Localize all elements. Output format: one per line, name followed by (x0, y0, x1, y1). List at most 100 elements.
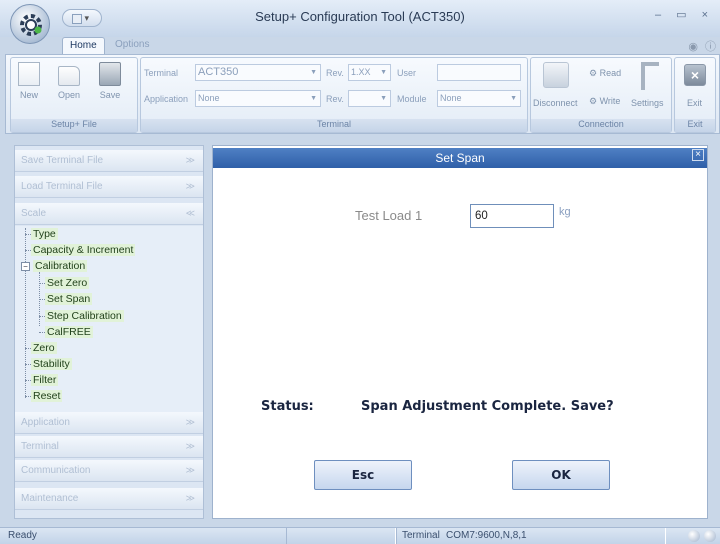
application-menu-button[interactable] (10, 4, 50, 44)
nav-section-application[interactable]: Application ≫ (15, 412, 203, 434)
group-label-connection: Connection (531, 119, 671, 132)
tab-home[interactable]: Home (62, 37, 105, 54)
nav-section-label: Save Terminal File (21, 155, 104, 166)
tree-item-set-zero[interactable]: Set Zero (45, 276, 90, 290)
status-label: Status: (261, 399, 314, 414)
exit-x-icon: × (684, 64, 706, 86)
tree-item-capacity-increment[interactable]: Capacity & Increment (31, 243, 136, 257)
help-icons[interactable]: ◉ ⓘ (688, 38, 718, 54)
chevron-down-icon: ▼ (510, 95, 517, 102)
zoom-icon[interactable] (688, 530, 700, 542)
write-gear-icon: ⚙ (589, 96, 598, 106)
tree-item-label: Calibration (33, 260, 88, 272)
group-terminal: Terminal ACT350 ▼ Rev. 1.XX ▼ User Applica… (140, 57, 528, 133)
app-window: ▾ Setup+ Configuration Tool (ACT350) – ▭… (0, 0, 720, 544)
open-button-label: Open (57, 90, 81, 100)
application-select-value: None (198, 93, 220, 103)
group-connection: Disconnect ⚙ Read ⚙ Write Settings Conne… (530, 57, 672, 133)
disconnect-plug-icon (543, 62, 569, 88)
read-gear-icon: ⚙ (589, 68, 598, 78)
tree-item-reset[interactable]: Reset (31, 389, 63, 403)
status-terminal-label: Terminal (402, 530, 440, 541)
terminal-select-value: ACT350 (198, 66, 239, 78)
tree-collapse-icon[interactable]: − (21, 262, 30, 271)
nav-section-save-terminal-file[interactable]: Save Terminal File ≫ (15, 150, 203, 172)
read-button[interactable]: ⚙ Read (589, 68, 621, 79)
title-bar: ▾ Setup+ Configuration Tool (ACT350) – ▭… (0, 0, 720, 37)
nav-section-load-terminal-file[interactable]: Load Terminal File ≫ (15, 176, 203, 198)
test-load-label: Test Load 1 (355, 208, 423, 223)
application-label: Application (144, 94, 189, 104)
group-label-terminal: Terminal (141, 119, 527, 132)
settings-button[interactable]: Settings (631, 98, 664, 108)
tree-item-label: Type (31, 228, 58, 240)
module-select[interactable]: None ▼ (437, 90, 521, 107)
save-button-label: Save (99, 90, 121, 100)
terminal-select[interactable]: ACT350 ▼ (195, 64, 321, 81)
set-span-panel: Set Span × Test Load 1 60 kg Status: Spa… (212, 145, 708, 519)
status-cell (286, 528, 396, 544)
tree-item-label: Set Zero (45, 277, 90, 289)
floppy-disk-icon (99, 62, 121, 86)
gear-icon (20, 14, 42, 36)
nav-section-terminal[interactable]: Terminal ≫ (15, 436, 203, 458)
panel-title: Set Span (213, 148, 707, 168)
close-icon[interactable]: × (692, 149, 704, 161)
tree-item-label: Filter (31, 374, 59, 386)
nav-section-communication[interactable]: Communication ≫ (15, 460, 203, 482)
status-port: COM7:9600,N,8,1 (446, 530, 527, 541)
test-load-input[interactable]: 60 (470, 204, 554, 228)
scale-tree: Type Capacity & Increment − Calibration … (15, 226, 203, 412)
tree-item-stability[interactable]: Stability (31, 357, 72, 371)
esc-button[interactable]: Esc (314, 460, 412, 490)
folder-icon (58, 66, 80, 86)
group-label-setup-file: Setup+ File (11, 119, 137, 132)
chevron-down-icon: ≫ (185, 181, 195, 191)
chevron-down-icon: ▼ (380, 95, 387, 102)
tree-item-filter[interactable]: Filter (31, 373, 59, 387)
tree-item-type[interactable]: Type (31, 227, 58, 241)
rev-label: Rev. (326, 68, 344, 78)
zoom-icon[interactable] (704, 530, 716, 542)
nav-section-label: Communication (21, 465, 91, 476)
tree-item-zero[interactable]: Zero (31, 341, 57, 355)
module-select-value: None (440, 93, 462, 103)
new-button-label: New (19, 90, 38, 100)
rev2-select[interactable]: ▼ (348, 90, 391, 107)
rev-select[interactable]: 1.XX ▼ (348, 64, 391, 81)
rev-select-value: 1.XX (351, 67, 371, 77)
chevron-down-icon: ≫ (185, 417, 195, 427)
tree-item-set-span[interactable]: Set Span (45, 292, 93, 306)
status-bar: Ready Terminal COM7:9600,N,8,1 (0, 527, 720, 544)
ok-button[interactable]: OK (512, 460, 610, 490)
tree-item-label: Capacity & Increment (31, 244, 136, 256)
tree-item-label: Stability (31, 358, 72, 370)
tab-options[interactable]: Options (108, 37, 156, 54)
user-input[interactable] (437, 64, 521, 81)
settings-tools-icon (641, 62, 659, 90)
tree-item-label: Step Calibration (45, 310, 124, 322)
write-button[interactable]: ⚙ Write (589, 96, 620, 107)
new-button[interactable]: New (14, 62, 44, 100)
module-label: Module (397, 94, 427, 104)
exit-button[interactable]: Exit (687, 98, 702, 108)
nav-section-maintenance[interactable]: Maintenance ≫ (15, 488, 203, 510)
disconnect-button[interactable]: Disconnect (533, 98, 578, 108)
unit-label: kg (559, 206, 571, 218)
tree-item-step-calibration[interactable]: Step Calibration (45, 309, 124, 323)
chevron-down-icon: ≫ (185, 441, 195, 451)
new-file-icon (18, 62, 40, 86)
group-setup-file: New Open Save Setup+ File (10, 57, 138, 133)
tree-item-label: Set Span (45, 293, 93, 305)
window-title: Setup+ Configuration Tool (ACT350) (255, 9, 465, 24)
save-button[interactable]: Save (95, 62, 125, 100)
chevron-down-icon: ▼ (380, 69, 387, 76)
application-select[interactable]: None ▼ (195, 90, 321, 107)
tree-item-calfree[interactable]: CalFREE (45, 325, 93, 339)
window-controls[interactable]: – ▭ × (655, 8, 714, 21)
nav-section-scale[interactable]: Scale ≪ (15, 203, 203, 225)
tree-item-calibration[interactable]: Calibration (33, 259, 88, 273)
tree-item-label: Zero (31, 342, 57, 354)
open-button[interactable]: Open (54, 62, 84, 100)
group-label-exit: Exit (675, 119, 715, 132)
